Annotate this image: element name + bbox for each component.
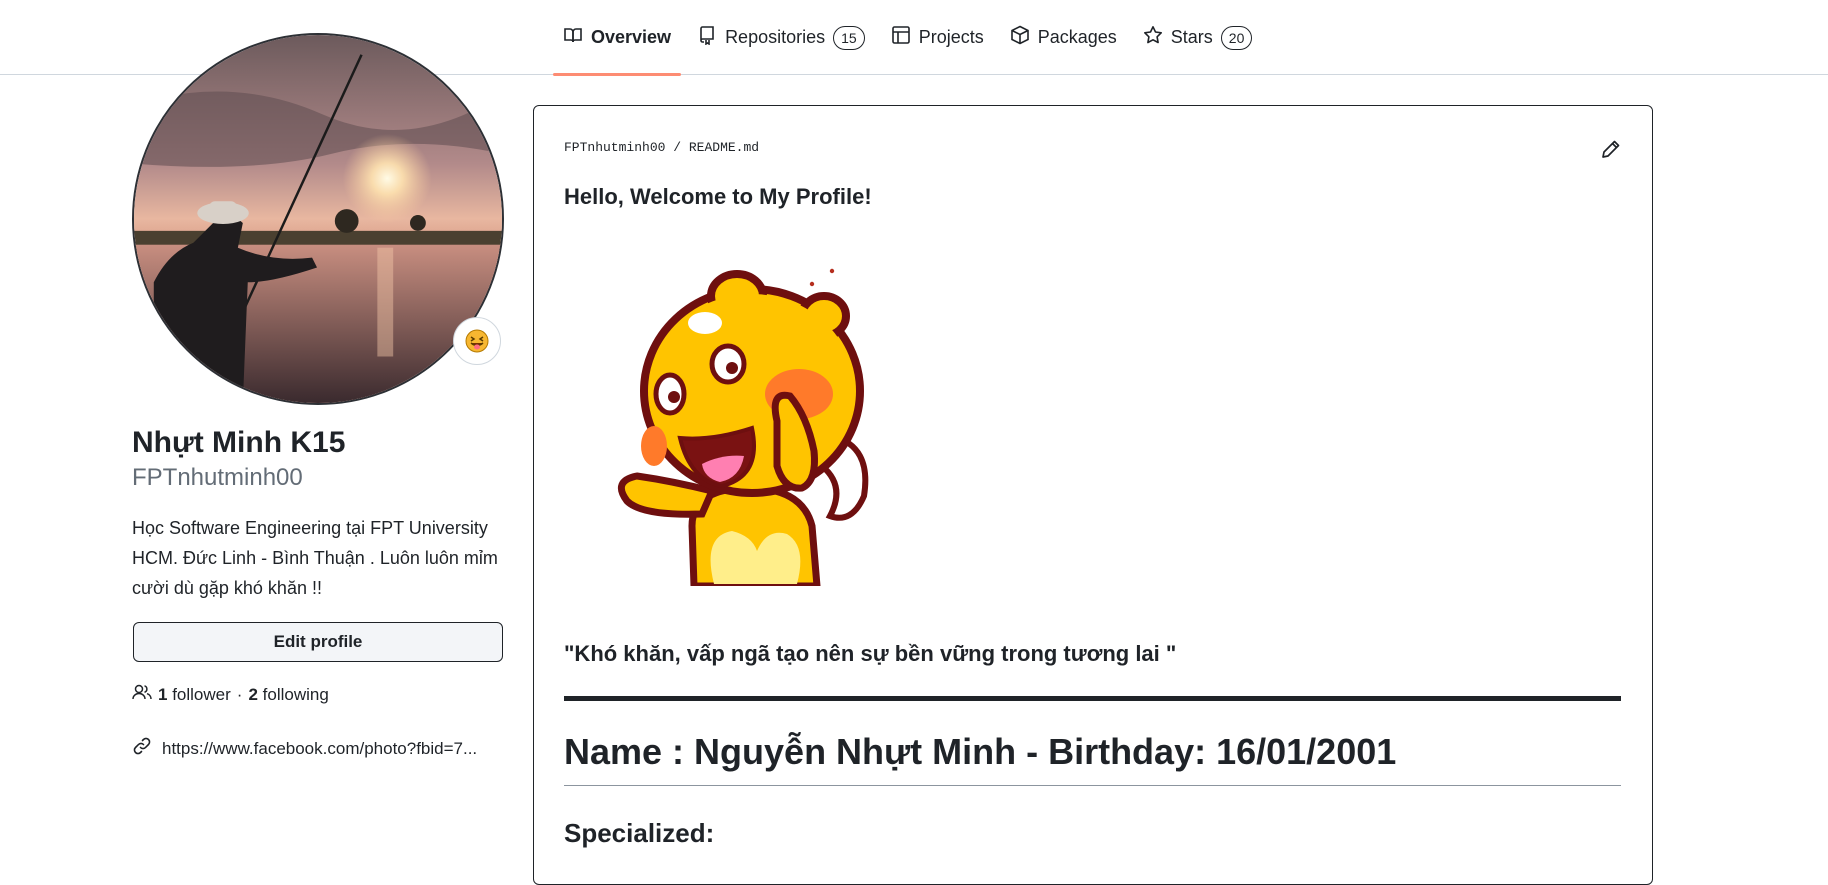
breadcrumb-slash: / <box>673 140 682 155</box>
following-link[interactable]: 2 following <box>248 685 328 705</box>
tab-list: Overview Repositories 15 Projects Packag… <box>553 0 1268 76</box>
readme-card: FPTnhutminh00 / README.md Hello, Welcome… <box>533 105 1653 885</box>
readme-quote: "Khó khăn, vấp ngã tạo nên sự bền vững t… <box>564 641 1177 666</box>
readme-name-heading: Name : Nguyễn Nhựt Minh - Birthday: 16/0… <box>564 731 1397 772</box>
heading-underline <box>564 785 1621 786</box>
following-count: 2 <box>248 684 258 704</box>
readme-file-link[interactable]: README.md <box>689 140 759 155</box>
horizontal-rule <box>564 696 1621 701</box>
tab-repositories[interactable]: Repositories 15 <box>687 0 875 75</box>
tab-packages-label: Packages <box>1037 27 1117 47</box>
tab-stars-label: Stars <box>1170 27 1213 47</box>
profile-website-link[interactable]: https://www.facebook.com/photo?fbid=7... <box>162 739 477 759</box>
readme-breadcrumb: FPTnhutminh00 / README.md <box>564 140 759 155</box>
followers-count: 1 <box>158 684 168 704</box>
edit-profile-button[interactable]: Edit profile <box>133 622 503 662</box>
avatar-photo <box>134 35 502 403</box>
edit-readme-pencil-icon[interactable] <box>1600 138 1622 160</box>
readme-owner-link[interactable]: FPTnhutminh00 <box>564 140 665 155</box>
book-icon <box>563 25 583 50</box>
readme-greeting: Hello, Welcome to My Profile! <box>564 184 872 209</box>
avatar[interactable] <box>132 33 504 405</box>
avatar-container <box>132 33 504 405</box>
people-icon <box>132 683 152 706</box>
link-icon <box>132 736 152 761</box>
readme-specialized-heading: Specialized: <box>564 818 715 848</box>
following-label: following <box>262 684 329 704</box>
followers-label: follower <box>172 684 231 704</box>
package-icon <box>1010 25 1030 50</box>
tab-projects-label: Projects <box>918 27 984 47</box>
follow-separator: · <box>236 684 243 704</box>
profile-username: FPTnhutminh00 <box>132 464 303 491</box>
repositories-count-badge: 15 <box>833 25 865 50</box>
followers-link[interactable]: 1 follower <box>158 685 231 705</box>
table-icon <box>891 25 911 50</box>
bear-sticker-image <box>602 266 902 590</box>
tab-stars[interactable]: Stars 20 <box>1133 0 1263 75</box>
profile-full-name: Nhựt Minh K15 <box>132 426 346 459</box>
profile-website-row: https://www.facebook.com/photo?fbid=7... <box>132 736 477 761</box>
profile-bio: Học Software Engineering tại FPT Univers… <box>132 518 498 598</box>
tab-overview[interactable]: Overview <box>553 0 682 76</box>
repo-icon <box>697 25 717 50</box>
tab-projects[interactable]: Projects <box>881 0 994 75</box>
status-emoji-button[interactable] <box>453 317 501 365</box>
follow-stats: 1 follower · 2 following <box>132 683 329 706</box>
tab-overview-label: Overview <box>591 27 672 47</box>
stars-count-badge: 20 <box>1220 25 1253 50</box>
squinting-tongue-emoji-icon <box>465 329 489 353</box>
star-icon <box>1143 25 1163 50</box>
tab-packages[interactable]: Packages <box>1000 0 1127 75</box>
tab-repositories-label: Repositories <box>725 27 826 47</box>
